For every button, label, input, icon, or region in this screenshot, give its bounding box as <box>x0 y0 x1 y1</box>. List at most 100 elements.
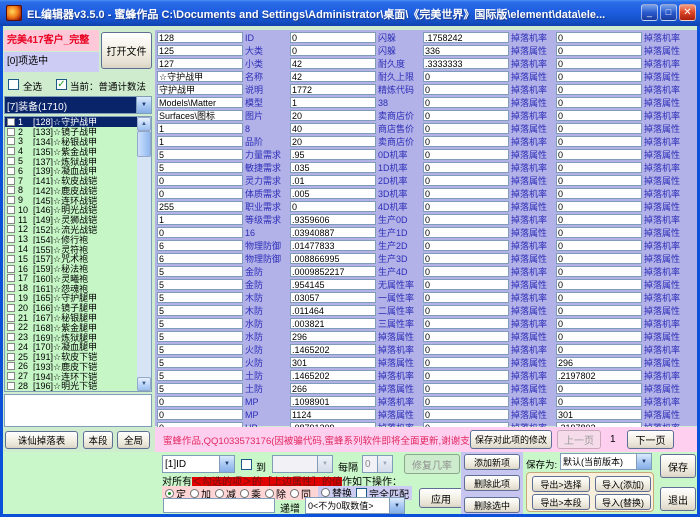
grid-field[interactable] <box>556 370 642 381</box>
drop-table-button[interactable]: 诛仙掉落表 <box>5 431 78 449</box>
grid-field[interactable] <box>423 123 509 134</box>
import-add-button[interactable]: 导入(添加) <box>595 476 651 492</box>
list-item[interactable]: 9[145]☆连环战铠 <box>5 195 137 205</box>
export-section-button[interactable]: 导出>本段 <box>532 494 590 510</box>
grid-field[interactable] <box>157 58 243 69</box>
grid-field[interactable] <box>157 253 243 264</box>
scroll-up-icon[interactable]: ▲ <box>137 117 151 131</box>
item-checkbox[interactable] <box>7 118 15 126</box>
item-checkbox[interactable] <box>7 333 15 341</box>
grid-field[interactable] <box>157 344 243 355</box>
grid-field[interactable] <box>290 84 376 95</box>
grid-field[interactable] <box>423 240 509 251</box>
grid-field[interactable] <box>556 110 642 121</box>
radio-icon[interactable] <box>190 489 199 498</box>
grid-field[interactable] <box>157 318 243 329</box>
item-checkbox[interactable] <box>7 137 15 145</box>
item-checkbox[interactable] <box>7 323 15 331</box>
grid-field[interactable] <box>556 214 642 225</box>
list-item[interactable]: 26[193]☆鹿皮下铠 <box>5 362 137 372</box>
grid-field[interactable] <box>423 305 509 316</box>
save-button[interactable]: 保存 <box>660 454 696 478</box>
list-item[interactable]: 18[161]☆怨魂袍 <box>5 283 137 293</box>
radio-icon[interactable] <box>290 489 299 498</box>
list-scrollbar[interactable]: ▲ ▼ <box>137 117 151 391</box>
grid-field[interactable] <box>290 409 376 420</box>
list-item[interactable]: 7[141]☆软皮战铠 <box>5 176 137 186</box>
radio-icon[interactable] <box>321 488 330 497</box>
grid-field[interactable] <box>290 240 376 251</box>
list-item[interactable]: 22[168]☆紫金腿甲 <box>5 322 137 332</box>
radio-icon[interactable] <box>265 489 274 498</box>
chevron-down-icon[interactable]: ▼ <box>389 498 404 513</box>
grid-field[interactable] <box>556 383 642 394</box>
grid-field[interactable] <box>157 279 243 290</box>
grid-field[interactable] <box>423 396 509 407</box>
grid-field[interactable] <box>556 253 642 264</box>
grid-field[interactable] <box>157 175 243 186</box>
grid-field[interactable] <box>423 97 509 108</box>
grid-field[interactable] <box>556 136 642 147</box>
grid-field[interactable] <box>556 292 642 303</box>
field-dropdown[interactable]: [1]ID ▼ <box>162 455 235 473</box>
item-checkbox[interactable] <box>7 284 15 292</box>
item-checkbox[interactable] <box>7 196 15 204</box>
grid-field[interactable] <box>556 71 642 82</box>
zero-mode-dropdown[interactable]: 0<不为0取数值> ▼ <box>305 497 405 514</box>
import-replace-button[interactable]: 导入(替换) <box>595 494 651 510</box>
list-item[interactable]: 1[128]☆守护战甲 <box>5 117 137 127</box>
grid-field[interactable] <box>157 227 243 238</box>
exit-button[interactable]: 退出 <box>660 487 696 511</box>
grid-field[interactable] <box>157 370 243 381</box>
grid-field[interactable] <box>290 292 376 303</box>
grid-field[interactable] <box>157 110 243 121</box>
select-all-checkbox[interactable] <box>8 79 19 90</box>
item-checkbox[interactable] <box>7 225 15 233</box>
save-as-dropdown[interactable]: 默认(当前版本) ▼ <box>560 453 652 470</box>
grid-field[interactable] <box>290 149 376 160</box>
grid-field[interactable] <box>423 331 509 342</box>
to-checkbox[interactable] <box>241 459 252 470</box>
grid-field[interactable] <box>423 188 509 199</box>
grid-field[interactable] <box>290 279 376 290</box>
minimize-button[interactable]: _ <box>641 4 658 21</box>
grid-field[interactable] <box>290 214 376 225</box>
item-checkbox[interactable] <box>7 314 15 322</box>
grid-field[interactable] <box>423 409 509 420</box>
grid-field[interactable] <box>556 84 642 95</box>
grid-field[interactable] <box>556 227 642 238</box>
grid-field[interactable] <box>423 266 509 277</box>
grid-field[interactable] <box>290 110 376 121</box>
every-dropdown[interactable]: 0 ▼ <box>362 455 393 473</box>
grid-field[interactable] <box>556 201 642 212</box>
list-item[interactable]: 27[194]☆连环下铠 <box>5 371 137 381</box>
grid-field[interactable] <box>556 188 642 199</box>
grid-field[interactable] <box>423 84 509 95</box>
grid-field[interactable] <box>556 162 642 173</box>
grid-field[interactable] <box>290 305 376 316</box>
list-item[interactable]: 8[142]☆鹿皮战铠 <box>5 185 137 195</box>
item-checkbox[interactable] <box>7 265 15 273</box>
list-item[interactable]: 17[160]☆灵曦袍 <box>5 274 137 284</box>
list-item[interactable]: 14[155]☆灵符袍 <box>5 244 137 254</box>
list-item[interactable]: 2[133]☆镜子战甲 <box>5 127 137 137</box>
category-dropdown[interactable]: [7]装备(1710) ▼ <box>4 96 152 114</box>
grid-field[interactable] <box>423 149 509 160</box>
item-checkbox[interactable] <box>7 235 15 243</box>
list-item[interactable]: 28[196]☆明光下铠 <box>5 381 137 391</box>
grid-field[interactable] <box>423 201 509 212</box>
grid-field[interactable] <box>157 357 243 368</box>
grid-field[interactable] <box>157 162 243 173</box>
radio-icon[interactable] <box>240 489 249 498</box>
grid-field[interactable] <box>157 97 243 108</box>
chevron-down-icon[interactable]: ▼ <box>219 456 234 472</box>
grid-field[interactable] <box>157 188 243 199</box>
grid-field[interactable] <box>157 214 243 225</box>
fix-rate-button[interactable]: 修复几率 <box>404 454 460 474</box>
list-item[interactable]: 20[166]☆镜子腿甲 <box>5 303 137 313</box>
grid-field[interactable] <box>290 175 376 186</box>
list-item[interactable]: 16[159]☆秘法袍 <box>5 264 137 274</box>
chevron-down-icon[interactable]: ▼ <box>136 97 151 113</box>
grid-field[interactable] <box>556 279 642 290</box>
grid-field[interactable] <box>290 370 376 381</box>
